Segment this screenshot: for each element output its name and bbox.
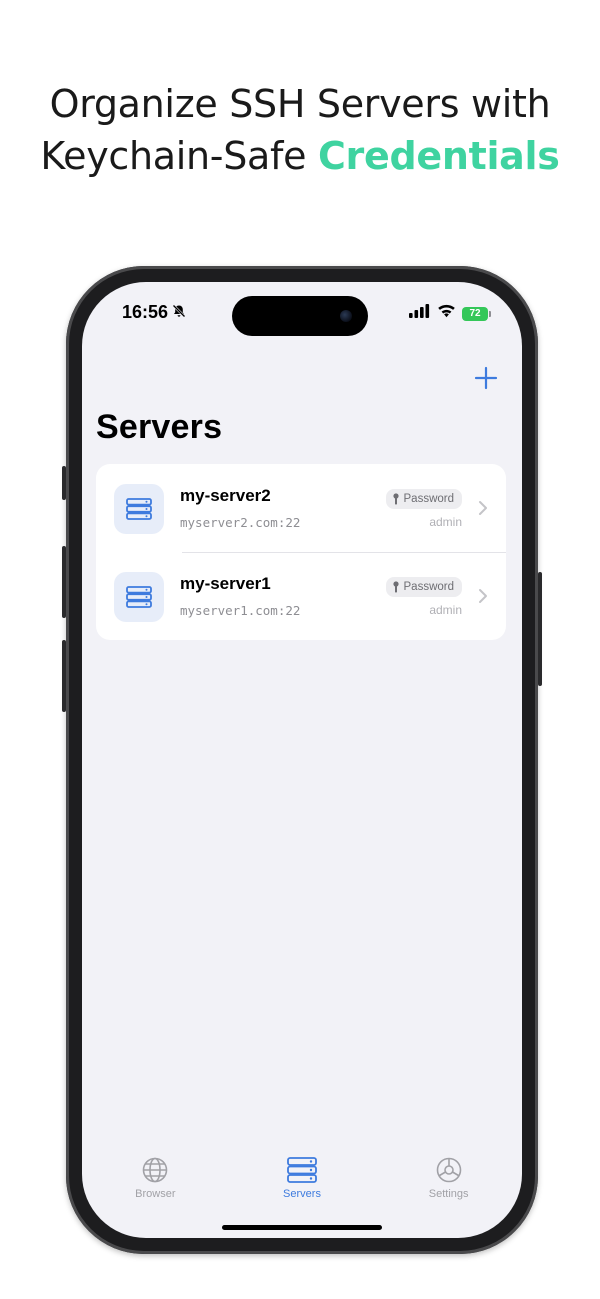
marketing-headline: Organize SSH Servers with Keychain-Safe … <box>0 78 600 182</box>
gear-icon <box>436 1157 461 1183</box>
key-icon <box>392 581 399 593</box>
auth-badge-label: Password <box>403 493 455 505</box>
add-server-button[interactable] <box>472 364 500 392</box>
phone-volume-up-button <box>62 546 66 618</box>
phone-action-button <box>62 466 66 500</box>
server-rack-icon <box>287 1157 317 1183</box>
tab-bar: Browser Servers Settings <box>82 1156 522 1216</box>
chevron-right-icon <box>479 589 487 603</box>
server-name: my-server1 <box>180 574 271 593</box>
auth-badge-label: Password <box>403 581 455 593</box>
server-list: my-server2 myserver2.com:22 Password adm… <box>96 464 506 640</box>
tab-browser[interactable]: Browser <box>82 1156 229 1216</box>
globe-icon <box>143 1157 168 1183</box>
key-icon <box>392 493 399 505</box>
wifi-icon <box>437 304 456 323</box>
headline-accent-word: Credentials <box>317 134 560 178</box>
tab-servers[interactable]: Servers <box>229 1156 376 1216</box>
phone-volume-down-button <box>62 640 66 712</box>
tab-label: Browser <box>135 1188 176 1200</box>
auth-badge: Password <box>385 489 462 509</box>
server-row[interactable]: my-server2 myserver2.com:22 Password adm… <box>96 464 506 552</box>
auth-badge: Password <box>385 577 462 597</box>
headline-line-2-prefix: Keychain-Safe <box>40 134 318 178</box>
home-indicator[interactable] <box>222 1225 382 1230</box>
phone-power-button <box>538 572 542 686</box>
battery-icon: 72 <box>462 306 491 321</box>
server-rack-icon <box>114 484 164 534</box>
server-row[interactable]: my-server1 myserver1.com:22 Password adm… <box>96 552 506 640</box>
headline-line-2: Keychain-Safe Credentials <box>0 130 600 182</box>
bell-slash-icon <box>172 302 186 323</box>
status-time-text: 16:56 <box>122 302 169 322</box>
server-rack-icon <box>114 572 164 622</box>
server-host: myserver1.com:22 <box>180 603 301 618</box>
plus-icon <box>474 366 498 390</box>
server-host: myserver2.com:22 <box>180 515 301 530</box>
tab-settings[interactable]: Settings <box>375 1156 522 1216</box>
dynamic-island <box>232 296 368 336</box>
server-name: my-server2 <box>180 486 271 505</box>
status-indicators: 72 <box>409 304 491 323</box>
front-camera <box>340 310 352 322</box>
status-time: 16:56 <box>122 302 186 323</box>
tab-label: Settings <box>428 1188 469 1200</box>
headline-line-1: Organize SSH Servers with <box>49 82 551 126</box>
chevron-right-icon <box>479 501 487 515</box>
server-user: admin <box>429 603 462 617</box>
server-user: admin <box>429 515 462 529</box>
page-title: Servers <box>96 408 223 446</box>
tab-label: Servers <box>283 1188 321 1200</box>
cellular-signal-icon <box>409 304 431 323</box>
phone-screen: 16:56 72 Servers my-server2 myserver2.co… <box>82 282 522 1238</box>
phone-frame: 16:56 72 Servers my-server2 myserver2.co… <box>62 266 542 1254</box>
